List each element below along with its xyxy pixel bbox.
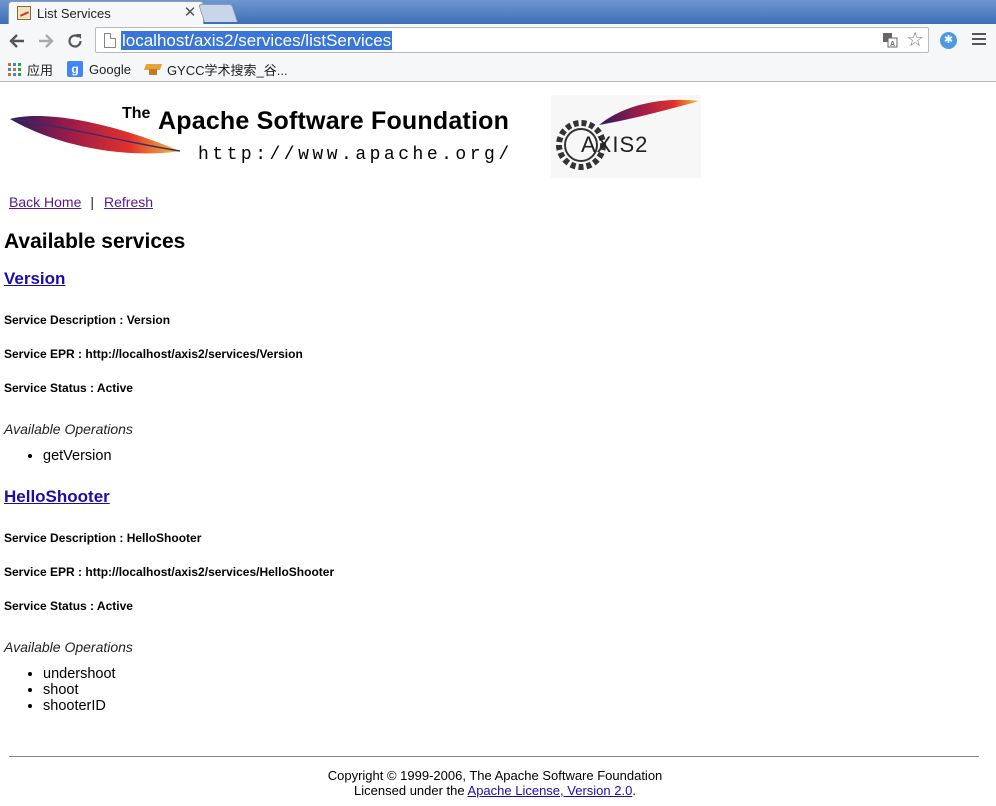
bookmark-apps[interactable]: 应用 (8, 60, 53, 79)
service-version: Version Service Description : Version Se… (4, 269, 904, 464)
url-text[interactable]: localhost/axis2/services/listServices (121, 31, 393, 50)
scholar-hat-icon (145, 62, 161, 76)
forward-arrow-icon[interactable] (35, 30, 57, 52)
bookmark-label: 应用 (27, 62, 54, 78)
browser-toolbar: localhost/axis2/services/listServices A … (0, 24, 996, 57)
apache-banner[interactable]: The Apache Software Foundation http://ww… (8, 93, 553, 173)
service-epr: Service EPR : http://localhost/axis2/ser… (4, 565, 335, 579)
footer-divider (9, 756, 979, 757)
menu-icon[interactable] (972, 33, 986, 47)
back-home-link[interactable]: Back Home (9, 194, 81, 210)
service-status: Service Status : Active (4, 599, 133, 613)
service-helloshooter: HelloShooter Service Description : Hello… (4, 487, 904, 714)
bookmark-label: GYCC学术搜索_谷... (166, 62, 288, 78)
extension-icon[interactable]: ✱ (940, 32, 957, 49)
google-icon: g (67, 61, 84, 77)
operation-item: shooterID (43, 698, 904, 714)
axis2-logo-icon: AXIS2 (556, 99, 699, 170)
page-content: The Apache Software Foundation http://ww… (0, 83, 996, 806)
service-description: Service Description : HelloShooter (4, 531, 202, 545)
operations-list: undershoot shoot shooterID (43, 666, 904, 714)
apache-feather-icon (10, 115, 181, 154)
license-line: Licensed under the Apache License, Versi… (0, 783, 990, 798)
axis2-logo: AXIS2 (551, 95, 701, 178)
service-name-link[interactable]: Version (4, 269, 904, 291)
close-tab-icon[interactable]: ✕ (183, 5, 197, 20)
copyright-text: Copyright © 1999-2006, The Apache Softwa… (327, 768, 663, 783)
page-favicon-icon (17, 6, 31, 20)
operation-item: undershoot (43, 666, 904, 682)
service-name-link[interactable]: HelloShooter (4, 487, 904, 509)
tab-title: List Services (37, 5, 111, 21)
apps-icon (8, 62, 21, 76)
reload-icon[interactable] (64, 30, 86, 52)
nav-separator: | (90, 194, 94, 210)
axis2-logo-text: AXIS2 (581, 132, 648, 157)
apache-license-link[interactable]: Apache License, Version 2.0 (468, 783, 633, 798)
service-description: Service Description : Version (4, 313, 171, 327)
banner-url: http://www.apache.org/ (198, 145, 513, 165)
bookmark-label: Google (89, 61, 131, 77)
address-bar[interactable]: localhost/axis2/services/listServices A … (95, 27, 929, 53)
available-operations-title: Available Operations (4, 639, 133, 655)
page-title: Available services (4, 230, 186, 253)
tab-list-services[interactable]: List Services ✕ (8, 1, 204, 24)
service-epr: Service EPR : http://localhost/axis2/ser… (4, 347, 303, 361)
bookmarks-bar: 应用 g Google GYCC学术搜索_谷... (0, 57, 996, 82)
bookmark-star-icon[interactable]: ☆ (906, 29, 924, 51)
operation-item: getVersion (43, 448, 904, 464)
translate-icon[interactable]: A (882, 32, 898, 48)
license-suffix: . (632, 783, 636, 798)
banner-the: The (122, 105, 151, 122)
bookmark-gycc[interactable]: GYCC学术搜索_谷... (145, 60, 288, 79)
license-prefix: Licensed under the (354, 783, 468, 798)
refresh-link[interactable]: Refresh (104, 194, 153, 210)
new-tab-button[interactable] (198, 4, 238, 22)
nav-links: Back Home | Refresh (9, 194, 153, 210)
operations-list: getVersion (43, 448, 904, 464)
back-arrow-icon[interactable] (6, 30, 28, 52)
service-status: Service Status : Active (4, 381, 133, 395)
available-operations-title: Available Operations (4, 421, 133, 437)
page-icon (104, 33, 116, 48)
svg-text:A: A (890, 41, 895, 48)
footer: Copyright © 1999-2006, The Apache Softwa… (0, 768, 990, 798)
tab-strip: List Services ✕ (0, 0, 996, 24)
operation-item: shoot (43, 682, 904, 698)
banner-title: Apache Software Foundation (158, 107, 510, 135)
bookmark-google[interactable]: g Google (67, 61, 131, 77)
